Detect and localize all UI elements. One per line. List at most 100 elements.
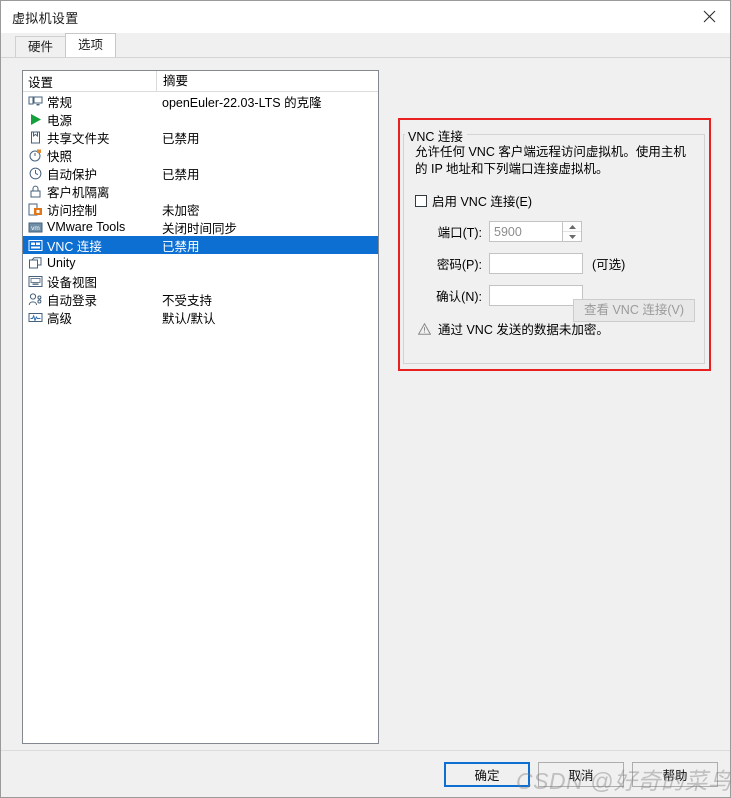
settings-list-item-label: VMware Tools xyxy=(47,220,126,234)
vm-settings-dialog: 虚拟机设置 硬件 选项 设置 摘要 常规 openEuler-22.03-LTS … xyxy=(0,0,731,798)
port-label: 端口(T): xyxy=(437,226,482,240)
settings-list-item-summary: 未加密 xyxy=(162,203,200,218)
settings-list-item-4[interactable]: 自动保护 已禁用 xyxy=(23,164,378,182)
help-button[interactable]: 帮助 xyxy=(632,761,718,787)
spin-up-icon[interactable] xyxy=(563,222,581,232)
vmware-tools-icon: vm xyxy=(28,220,43,235)
settings-list-panel[interactable]: 设置 摘要 常规 openEuler-22.03-LTS 的克隆 电源 共享文件夹 已禁… xyxy=(22,70,379,744)
port-spin-buttons[interactable] xyxy=(562,221,582,242)
ok-button[interactable]: 确定 xyxy=(444,761,530,787)
settings-list-item-label: 常规 xyxy=(47,95,73,110)
settings-list-item-label: Unity xyxy=(47,256,76,270)
settings-list-item-7[interactable]: vm VMware Tools 关闭时间同步 xyxy=(23,218,378,236)
settings-list-item-summary: 已禁用 xyxy=(162,131,200,146)
settings-list-item-name: 高级 xyxy=(23,308,156,327)
settings-list-item-summary: 不受支持 xyxy=(162,293,213,308)
tab-options[interactable]: 选项 xyxy=(65,33,117,57)
port-spinner[interactable] xyxy=(489,221,582,242)
settings-list-item-9[interactable]: Unity xyxy=(23,254,378,272)
dialog-footer: 确定 取消 帮助 xyxy=(1,750,730,797)
monitor-icon xyxy=(28,94,43,109)
settings-list-item-2[interactable]: 共享文件夹 已禁用 xyxy=(23,128,378,146)
device-view-icon xyxy=(28,274,43,289)
vnc-connection-groupbox: VNC 连接 允许任何 VNC 客户端远程访问虚拟机。使用主机的 IP 地址和下… xyxy=(403,126,705,364)
auto-login-icon xyxy=(28,292,43,307)
settings-list-item-summary: 已禁用 xyxy=(162,167,200,182)
settings-list-item-name: 自动保护 xyxy=(23,164,156,183)
settings-list-item-name: 共享文件夹 xyxy=(23,128,156,147)
snapshot-clock-icon xyxy=(28,148,43,163)
settings-list-item-0[interactable]: 常规 openEuler-22.03-LTS 的克隆 xyxy=(23,92,378,110)
vnc-icon xyxy=(28,238,43,253)
settings-list-item-11[interactable]: 自动登录 不受支持 xyxy=(23,290,378,308)
settings-list-item-label: VNC 连接 xyxy=(47,239,102,254)
spin-down-icon[interactable] xyxy=(563,232,581,241)
settings-list-item-name: 电源 xyxy=(23,110,156,129)
settings-list-item-name: VNC 连接 xyxy=(23,236,156,255)
settings-list-item-10[interactable]: 设备视图 xyxy=(23,272,378,290)
settings-list-item-name: vm VMware Tools xyxy=(23,220,156,235)
enable-vnc-checkbox-row[interactable]: 启用 VNC 连接(E) xyxy=(415,191,695,210)
settings-list-item-label: 电源 xyxy=(47,113,73,128)
settings-list-item-summary: openEuler-22.03-LTS 的克隆 xyxy=(162,95,322,110)
settings-list-item-label: 自动登录 xyxy=(47,293,98,308)
settings-list-item-summary: 默认/默认 xyxy=(162,311,216,326)
groupbox-inner: 允许任何 VNC 客户端远程访问虚拟机。使用主机的 IP 地址和下列端口连接虚拟… xyxy=(403,126,705,338)
confirm-password-input[interactable] xyxy=(489,285,583,306)
settings-list-item-label: 快照 xyxy=(47,149,73,164)
settings-list-item-label: 高级 xyxy=(47,311,73,326)
settings-list-item-5[interactable]: 客户机隔离 xyxy=(23,182,378,200)
cancel-button[interactable]: 取消 xyxy=(538,761,624,787)
settings-list-item-name: 访问控制 xyxy=(23,200,156,219)
settings-list-item-12[interactable]: 高级 默认/默认 xyxy=(23,308,378,326)
settings-list-item-name: 快照 xyxy=(23,146,156,165)
access-control-icon xyxy=(28,202,43,217)
tab-hardware[interactable]: 硬件 xyxy=(15,36,67,57)
settings-list-item-8[interactable]: VNC 连接 已禁用 xyxy=(23,236,378,254)
column-header-setting: 设置 xyxy=(28,75,54,90)
password-label: 密码(P): xyxy=(436,258,482,272)
port-field-row: 端口(T): xyxy=(415,221,695,242)
settings-list-item-summary: 关闭时间同步 xyxy=(162,221,238,236)
password-input[interactable] xyxy=(489,253,583,274)
shared-folder-icon xyxy=(28,130,43,145)
settings-list-item-label: 客户机隔离 xyxy=(47,185,110,200)
close-icon[interactable] xyxy=(689,1,730,32)
settings-list-header: 设置 摘要 xyxy=(23,71,378,92)
window-title: 虚拟机设置 xyxy=(12,10,79,26)
advanced-icon xyxy=(28,310,43,325)
port-input[interactable] xyxy=(489,221,562,242)
settings-list-item-name: 客户机隔离 xyxy=(23,182,156,201)
power-play-icon xyxy=(28,112,43,127)
svg-text:vm: vm xyxy=(31,225,40,232)
settings-list-rows: 常规 openEuler-22.03-LTS 的克隆 电源 共享文件夹 已禁用 快照 自动保… xyxy=(23,92,378,326)
settings-list-item-1[interactable]: 电源 xyxy=(23,110,378,128)
title-bar: 虚拟机设置 xyxy=(1,1,730,33)
settings-list-item-summary: 已禁用 xyxy=(162,239,200,254)
tab-strip: 硬件 选项 xyxy=(1,33,730,57)
settings-list-item-label: 共享文件夹 xyxy=(47,131,110,146)
autoprotect-clock-icon xyxy=(28,166,43,181)
settings-list-item-name: 设备视图 xyxy=(23,272,156,291)
confirm-label: 确认(N): xyxy=(436,290,482,304)
lock-icon xyxy=(28,184,43,199)
unity-icon xyxy=(28,256,43,271)
settings-list-item-label: 自动保护 xyxy=(47,167,98,182)
dialog-content: 设置 摘要 常规 openEuler-22.03-LTS 的克隆 电源 共享文件夹 已禁… xyxy=(1,57,730,750)
vnc-description: 允许任何 VNC 客户端远程访问虚拟机。使用主机的 IP 地址和下列端口连接虚拟… xyxy=(415,145,686,176)
password-field-row: 密码(P): (可选) xyxy=(415,253,695,274)
enable-vnc-label: 启用 VNC 连接(E) xyxy=(432,195,533,209)
groupbox-legend: VNC 连接 xyxy=(405,126,467,145)
enable-vnc-checkbox[interactable] xyxy=(415,194,427,207)
settings-list-item-name: 常规 xyxy=(23,92,156,111)
warning-triangle-icon xyxy=(418,322,431,335)
settings-list-item-3[interactable]: 快照 xyxy=(23,146,378,164)
settings-list-item-name: 自动登录 xyxy=(23,290,156,309)
settings-list-item-label: 设备视图 xyxy=(47,275,98,290)
column-header-summary: 摘要 xyxy=(156,71,378,91)
password-optional-hint: (可选) xyxy=(592,258,626,272)
settings-list-item-label: 访问控制 xyxy=(47,203,98,218)
view-vnc-connections-button[interactable]: 查看 VNC 连接(V) xyxy=(572,299,695,322)
settings-list-item-6[interactable]: 访问控制 未加密 xyxy=(23,200,378,218)
close-glyph xyxy=(703,10,716,23)
